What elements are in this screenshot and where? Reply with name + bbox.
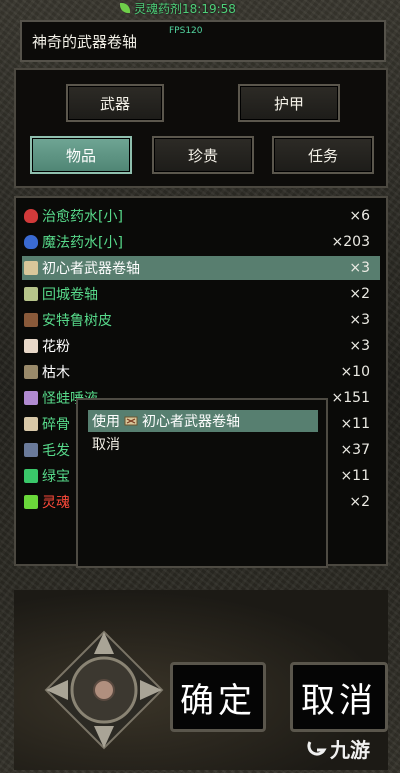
frog-saliva-icon	[24, 391, 38, 405]
clock-text: 灵魂药剂18:19:58	[134, 1, 236, 16]
town-scroll-icon	[24, 287, 38, 301]
item-name: 碎骨	[42, 417, 70, 433]
category-tabs: 武器 护甲 物品 珍贵 任务	[14, 68, 388, 188]
item-name: 安特鲁树皮	[42, 313, 112, 329]
item-quantity: ×2	[349, 286, 370, 302]
item-quantity: ×3	[349, 338, 370, 354]
red-potion-icon	[24, 209, 38, 223]
scroll-icon	[124, 416, 138, 426]
tab-weapon[interactable]: 武器	[66, 84, 164, 122]
inventory-row[interactable]: 花粉 ×3	[22, 334, 380, 358]
item-quantity: ×11	[340, 468, 370, 484]
item-quantity: ×11	[340, 416, 370, 432]
item-name: 毛发	[42, 443, 70, 459]
inventory-row[interactable]: 治愈药水[小] ×6	[22, 204, 380, 228]
inventory-row[interactable]: 魔法药水[小] ×203	[22, 230, 380, 254]
tab-items[interactable]: 物品	[30, 136, 132, 174]
tab-quest[interactable]: 任务	[272, 136, 374, 174]
item-quantity: ×6	[349, 208, 370, 224]
context-menu: 使用 初心者武器卷轴 取消	[76, 398, 328, 568]
leaf-icon	[120, 3, 130, 13]
inventory-row[interactable]: 枯木 ×10	[22, 360, 380, 384]
item-quantity: ×37	[340, 442, 370, 458]
item-quantity: ×3	[349, 260, 370, 276]
tab-armor[interactable]: 护甲	[238, 84, 340, 122]
blue-potion-icon	[24, 235, 38, 249]
item-name: 枯木	[42, 365, 70, 381]
item-quantity: ×151	[331, 390, 370, 406]
item-name: 魔法药水[小]	[42, 235, 123, 251]
confirm-button[interactable]: 确定	[170, 662, 266, 732]
green-gem-icon	[24, 469, 38, 483]
item-name: 花粉	[42, 339, 70, 355]
item-name: 治愈药水[小]	[42, 209, 123, 225]
use-item-option[interactable]: 使用 初心者武器卷轴	[88, 410, 318, 432]
cancel-button[interactable]: 取消	[290, 662, 388, 732]
scroll-icon	[24, 261, 38, 275]
dpad-joystick[interactable]	[44, 630, 164, 750]
item-quantity: ×2	[349, 494, 370, 510]
title-bar: 神奇的武器卷轴 FPS120	[20, 20, 386, 62]
use-label: 使用	[92, 414, 120, 430]
item-name: 绿宝	[42, 469, 70, 485]
pollen-icon	[24, 339, 38, 353]
status-clock: 灵魂药剂18:19:58	[120, 0, 270, 16]
item-name: 回城卷轴	[42, 287, 98, 303]
item-quantity: ×203	[331, 234, 370, 250]
watermark-text: 九游	[330, 738, 370, 762]
inventory-row[interactable]: 回城卷轴 ×2	[22, 282, 380, 306]
inventory-row[interactable]: 初心者武器卷轴 ×3	[22, 256, 380, 280]
use-item-name: 初心者武器卷轴	[142, 414, 240, 430]
item-quantity: ×3	[349, 312, 370, 328]
nine-game-logo-icon	[307, 740, 327, 756]
watermark-logo: 九游	[306, 734, 370, 763]
inventory-row[interactable]: 安特鲁树皮 ×3	[22, 308, 380, 332]
soul-icon	[24, 495, 38, 509]
cancel-option[interactable]: 取消	[92, 434, 120, 454]
tab-precious[interactable]: 珍贵	[152, 136, 254, 174]
item-name: 初心者武器卷轴	[42, 261, 140, 277]
item-quantity: ×10	[340, 364, 370, 380]
dead-wood-icon	[24, 365, 38, 379]
fps-counter: FPS120	[169, 26, 203, 36]
hair-icon	[24, 443, 38, 457]
bone-icon	[24, 417, 38, 431]
window-title: 神奇的武器卷轴	[32, 33, 138, 51]
bark-icon	[24, 313, 38, 327]
item-name: 灵魂	[42, 495, 70, 511]
